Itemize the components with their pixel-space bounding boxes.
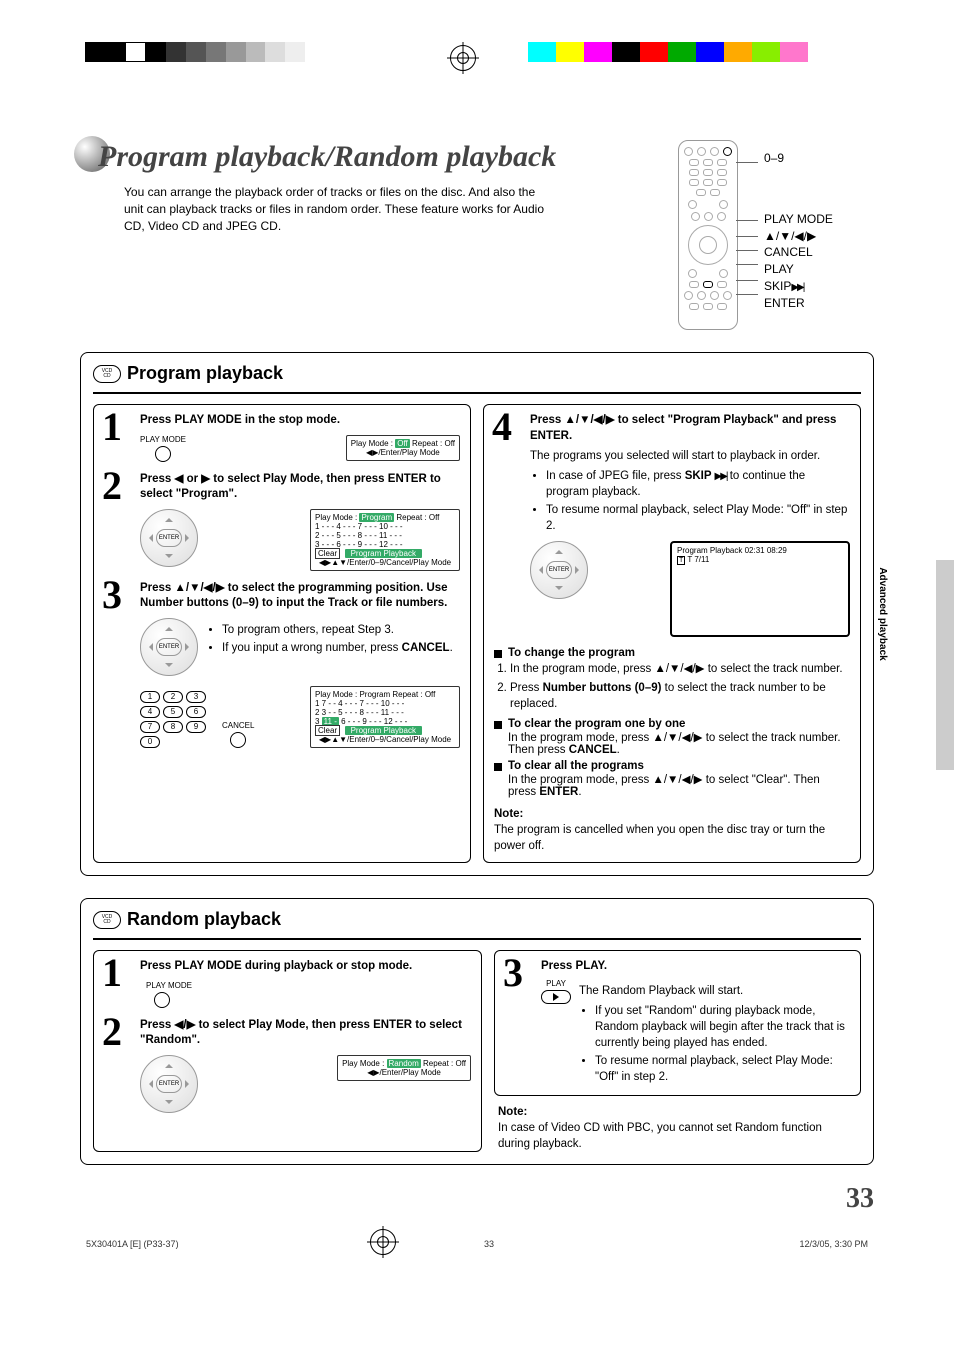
step-head: Press ◀ or ▶ to select Play Mode, then p…	[140, 472, 460, 503]
remote-labels: 0–9 PLAY MODE ▲/▼/◀/▶ CANCEL PLAY SKIP E…	[764, 140, 833, 312]
bullet: To program others, repeat Step 3.	[222, 622, 460, 638]
list-item: Press Number buttons (0–9) to select the…	[510, 680, 850, 712]
play-button-icon	[541, 990, 571, 1004]
bw-density-bar	[85, 42, 305, 62]
playmode-button-icon	[154, 992, 170, 1008]
color-bar	[528, 42, 808, 62]
footer-left: 5X30401A [E] (P33-37)	[86, 1239, 179, 1249]
step-body: The programs you selected will start to …	[530, 448, 850, 464]
footer: 5X30401A [E] (P33-37) 33 12/3/05, 3:30 P…	[80, 1239, 874, 1249]
subhead-change-program: To change the program	[494, 647, 850, 659]
remote-label-play: PLAY	[764, 261, 833, 278]
step-head: Press PLAY MODE in the stop mode.	[140, 413, 460, 429]
intro-text: You can arrange the playback order of tr…	[124, 184, 544, 234]
random-section-title: Random playback	[127, 909, 281, 930]
step-number: 1	[102, 953, 122, 993]
osd-program-input: Play Mode : Program Repeat : Off 1 7 - -…	[310, 686, 460, 748]
bullet: To resume normal playback, select Play M…	[595, 1053, 850, 1085]
remote-label-skip: SKIP	[764, 278, 833, 295]
program-section-title: Program playback	[127, 363, 283, 384]
bullet: To resume normal playback, select Play M…	[546, 502, 850, 534]
playmode-label: PLAY MODE	[140, 435, 186, 444]
random-playback-section: VCDCD Random playback 1 Press PLAY MODE …	[80, 898, 874, 1165]
tv-osd: Program Playback 02:31 08:29 T T 7/11	[670, 541, 850, 637]
step-number: 1	[102, 407, 122, 447]
crop-marks-area	[0, 0, 954, 90]
footer-center: 33	[484, 1239, 494, 1249]
random-step-1: 1 Press PLAY MODE during playback or sto…	[104, 959, 471, 1008]
step-head: Press ◀/▶ to select Play Mode, then pres…	[140, 1018, 471, 1049]
numpad-icon: 123 456 789 0	[140, 691, 206, 748]
step-number: 4	[492, 407, 512, 447]
enter-dial-icon: ENTER	[140, 618, 198, 676]
step-number: 3	[102, 575, 122, 615]
enter-dial-icon: ENTER	[140, 1055, 198, 1113]
step-head: Press ▲/▼/◀/▶ to select "Program Playbac…	[530, 413, 850, 444]
subhead-clear-one: To clear the program one by one In the p…	[494, 718, 850, 756]
playmode-button-icon	[155, 446, 171, 462]
step-number: 3	[503, 953, 523, 993]
note-label: Note:	[494, 806, 850, 822]
step-head: Press PLAY MODE during playback or stop …	[140, 959, 471, 975]
program-right-column: 4 Press ▲/▼/◀/▶ to select "Program Playb…	[483, 404, 861, 863]
playmode-label: PLAY MODE	[146, 981, 471, 990]
step-head: Press PLAY.	[541, 959, 850, 975]
list-item: In the program mode, press ▲/▼/◀/▶ to se…	[510, 661, 850, 677]
osd-playmode-off: Play Mode : Off Repeat : Off ◀▶/Enter/Pl…	[346, 435, 460, 461]
side-tab-label: Advanced playback	[877, 567, 888, 660]
random-left-column: 1 Press PLAY MODE during playback or sto…	[93, 950, 482, 1152]
program-step-4: 4 Press ▲/▼/◀/▶ to select "Program Playb…	[494, 413, 850, 637]
random-step-2: 2 Press ◀/▶ to select Play Mode, then pr…	[104, 1018, 471, 1113]
bullet: If you set "Random" during playback mode…	[595, 1003, 850, 1051]
subhead-clear-all: To clear all the programs In the program…	[494, 760, 850, 798]
footer-right: 12/3/05, 3:30 PM	[799, 1239, 868, 1249]
program-left-column: 1 Press PLAY MODE in the stop mode. PLAY…	[93, 404, 471, 863]
play-label: PLAY	[541, 979, 571, 988]
step-number: 2	[102, 1012, 122, 1052]
bullet: In case of JPEG file, press SKIP to cont…	[546, 468, 850, 500]
remote-callout: 0–9 PLAY MODE ▲/▼/◀/▶ CANCEL PLAY SKIP E…	[678, 140, 874, 330]
remote-illustration	[678, 140, 738, 330]
random-step-3: 3 Press PLAY. PLAY The Random Playback w…	[505, 959, 850, 1087]
osd-random: Play Mode : Random Repeat : Off ◀▶/Enter…	[337, 1055, 471, 1081]
enter-dial-icon: ENTER	[140, 509, 198, 567]
vcd-cd-badge-icon: VCDCD	[93, 365, 121, 383]
random-right-column: 3 Press PLAY. PLAY The Random Playback w…	[494, 950, 861, 1096]
registration-mark-icon	[450, 45, 476, 71]
program-step-2: 2 Press ◀ or ▶ to select Play Mode, then…	[104, 472, 460, 571]
registration-mark-icon	[370, 1229, 396, 1255]
step-number: 2	[102, 466, 122, 506]
note-body: In case of Video CD with PBC, you cannot…	[498, 1120, 857, 1152]
step-head: Press ▲/▼/◀/▶ to select the programming …	[140, 581, 460, 612]
divider	[93, 938, 861, 940]
page-number: 33	[80, 1183, 874, 1215]
remote-label-playmode: PLAY MODE	[764, 211, 833, 228]
note-body: The program is cancelled when you open t…	[494, 822, 850, 854]
program-playback-section: Advanced playback VCDCD Program playback…	[80, 352, 874, 876]
enter-dial-icon: ENTER	[530, 541, 588, 599]
skip-forward-icon	[791, 279, 803, 293]
cancel-button-icon	[230, 732, 246, 748]
vcd-cd-badge-icon: VCDCD	[93, 911, 121, 929]
skip-forward-icon	[715, 470, 727, 482]
remote-label-cancel: CANCEL	[764, 244, 833, 261]
step-body: The Random Playback will start.	[579, 983, 850, 999]
program-step-3: 3 Press ▲/▼/◀/▶ to select the programmin…	[104, 581, 460, 748]
osd-program-grid: Play Mode : Program Repeat : Off 1 - - -…	[310, 509, 460, 571]
page-title: Program playback/Random playback	[80, 140, 658, 174]
remote-label-nums: 0–9	[764, 150, 833, 167]
remote-label-enter: ENTER	[764, 295, 833, 312]
note-label: Note:	[498, 1104, 857, 1120]
remote-label-arrows: ▲/▼/◀/▶	[764, 228, 833, 245]
divider	[93, 392, 861, 394]
cancel-label: CANCEL	[222, 721, 254, 730]
bullet: If you input a wrong number, press CANCE…	[222, 640, 460, 656]
program-step-1: 1 Press PLAY MODE in the stop mode. PLAY…	[104, 413, 460, 462]
